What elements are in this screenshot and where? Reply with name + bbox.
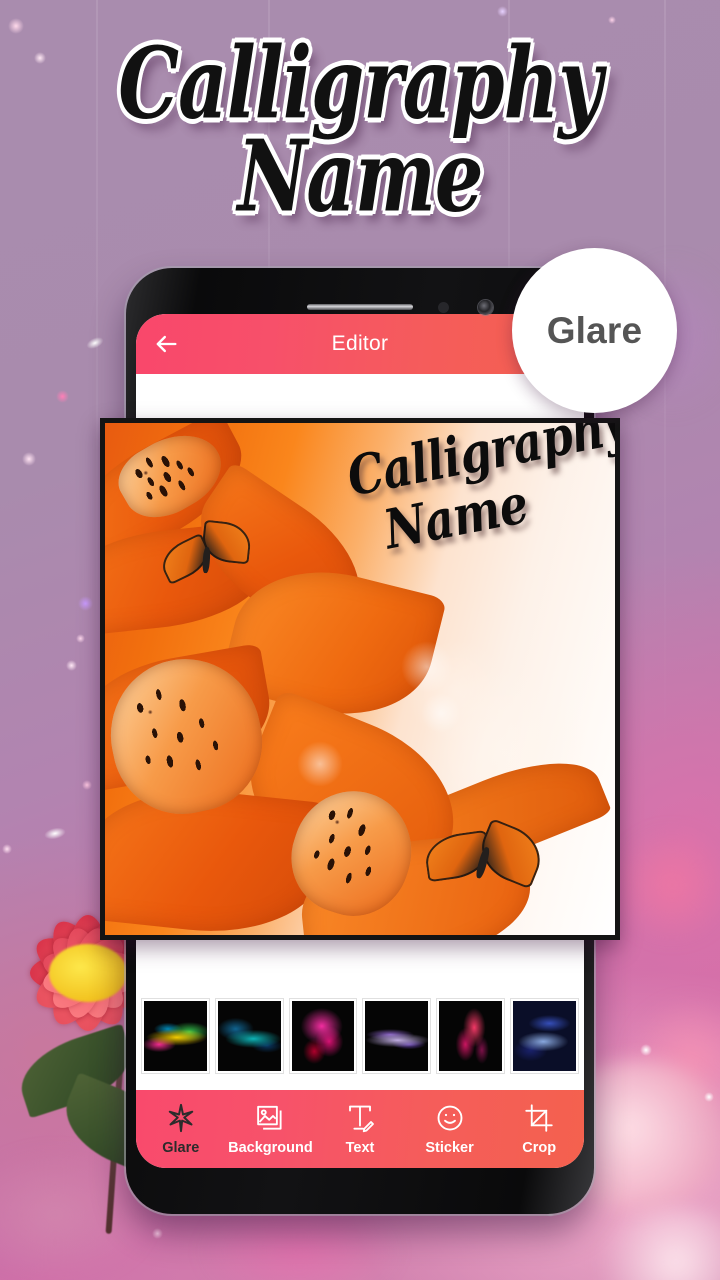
bokeh-dot (56, 390, 69, 403)
toolbar-label: Glare (162, 1139, 200, 1156)
smiley-icon (437, 1105, 463, 1130)
proximity-sensor-icon (438, 302, 449, 313)
toolbar-label: Sticker (425, 1139, 474, 1156)
butterfly-icon (421, 809, 550, 913)
feature-badge-label: Glare (546, 309, 643, 351)
toolbar-item-text[interactable]: Text (315, 1103, 405, 1156)
red-pink-smoke-preview (439, 1001, 503, 1071)
rainbow-smoke-preview (144, 1001, 207, 1071)
glare-thumbnail[interactable] (363, 999, 431, 1073)
image-icon (257, 1105, 282, 1130)
glare-thumbnail-strip[interactable] (136, 982, 584, 1090)
bokeh-dot (497, 6, 508, 17)
bokeh-dot (640, 1044, 652, 1056)
teal-smoke-preview (217, 1001, 281, 1071)
bokeh-dot (2, 844, 12, 854)
bokeh-dot (22, 452, 36, 466)
bokeh-dot (8, 18, 24, 34)
back-button[interactable] (152, 330, 180, 358)
glare-thumbnail[interactable] (289, 999, 357, 1073)
editor-toolbar: Glare Background Text Sticker Crop (136, 1090, 584, 1168)
bokeh-dot (76, 634, 85, 643)
toolbar-item-background[interactable]: Background (226, 1103, 316, 1156)
toolbar-label: Text (345, 1139, 375, 1156)
bokeh-dot (152, 1228, 163, 1239)
blue-smoke-preview (513, 1001, 576, 1071)
background-flower-blur (596, 1208, 720, 1280)
editor-canvas-preview[interactable]: Calligraphy Name (100, 418, 620, 940)
earpiece-speaker-icon (307, 304, 413, 310)
magenta-smoke-preview (291, 1001, 355, 1071)
glare-thumbnail[interactable] (142, 999, 209, 1073)
toolbar-item-crop[interactable]: Crop (494, 1103, 584, 1156)
toolbar-item-glare[interactable]: Glare (136, 1103, 226, 1156)
bokeh-dot (78, 596, 93, 611)
bokeh-dot (43, 825, 67, 842)
background-flower-blur (612, 830, 720, 940)
front-camera-icon (478, 300, 493, 315)
text-pen-icon (349, 1105, 374, 1132)
glare-thumbnail[interactable] (215, 999, 283, 1073)
violet-wave-smoke-preview (365, 1001, 429, 1071)
bokeh-dot (84, 334, 106, 352)
canvas-photo (105, 423, 615, 935)
bokeh-dot (66, 660, 77, 671)
glare-thumbnail[interactable] (511, 999, 578, 1073)
feature-badge-glare: Glare (512, 248, 677, 413)
bokeh-dot (82, 780, 92, 790)
bokeh-dot (608, 16, 616, 24)
photo-bokeh (401, 641, 453, 693)
page-title: Editor (331, 332, 389, 355)
bokeh-dot (704, 1092, 714, 1102)
butterfly-icon (152, 514, 262, 607)
toolbar-item-sticker[interactable]: Sticker (405, 1103, 495, 1156)
glare-thumbnail[interactable] (437, 999, 505, 1073)
photo-bokeh (297, 741, 343, 787)
toolbar-label: Background (228, 1139, 313, 1156)
toolbar-label: Crop (522, 1139, 557, 1156)
photo-bokeh (421, 693, 461, 733)
bokeh-dot (34, 52, 46, 64)
crop-icon (525, 1103, 553, 1132)
sparkle-icon (168, 1103, 194, 1132)
arrow-left-icon (156, 335, 177, 353)
